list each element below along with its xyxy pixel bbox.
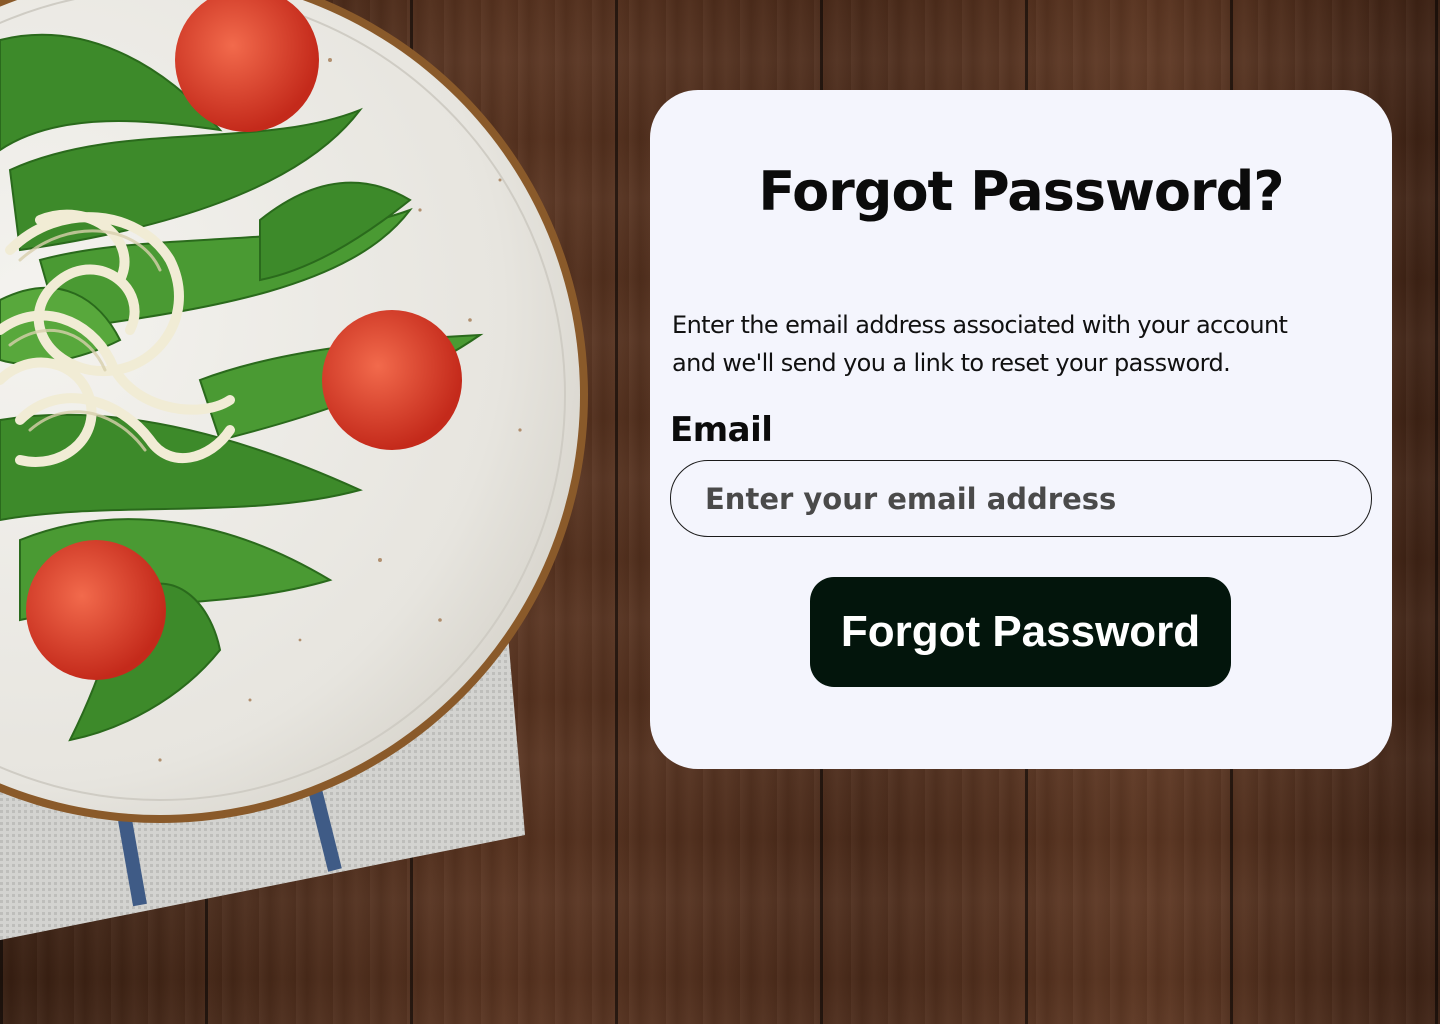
forgot-password-card: Forgot Password? Enter the email address… (650, 90, 1392, 769)
cheese-shading (8, 229, 162, 452)
page-title: Forgot Password? (758, 160, 1284, 223)
cherry-tomatoes (26, 0, 462, 680)
plate (0, 0, 588, 823)
napkin (0, 560, 525, 940)
instructions-text: Enter the email address associated with … (672, 311, 1288, 377)
cheese-topping (0, 209, 235, 467)
arugula-leaves (0, 33, 484, 742)
salad-plate-photo (0, 0, 588, 940)
forgot-password-button[interactable]: Forgot Password (810, 577, 1231, 687)
email-input[interactable] (670, 460, 1372, 537)
email-label: Email (670, 410, 773, 450)
